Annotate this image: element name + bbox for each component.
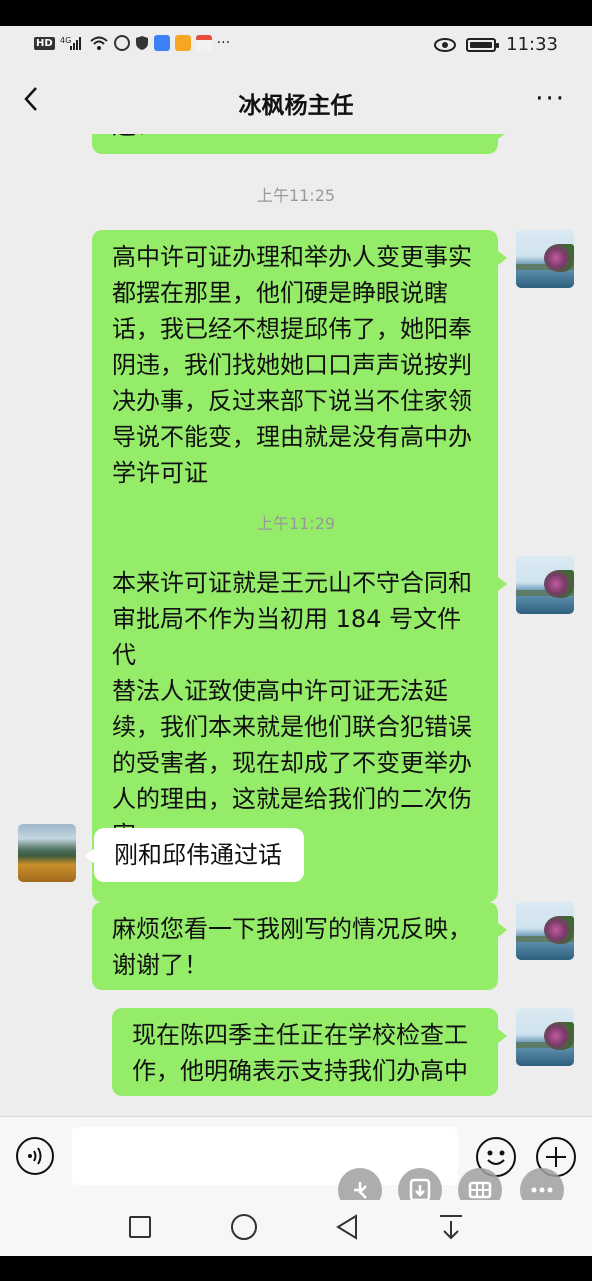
bottom-black-bar [0,1256,592,1281]
contact-avatar[interactable] [18,824,76,882]
message-bubble[interactable]: 刚和邱伟通过话 [85,828,304,882]
wifi-icon [90,36,108,50]
chat-header: 冰枫杨主任 ··· [0,66,592,134]
hd-icon: HD [34,36,55,50]
message-line: 的受害者，现在却成了不变更举办 [112,749,472,777]
home-icon[interactable] [231,1214,257,1240]
battery-icon [466,37,500,52]
system-navigation-bar [0,1200,592,1256]
my-avatar[interactable] [516,902,574,960]
message-line: 替法人证致使高中许可证无法延 [112,677,448,705]
message-line: 谢谢了！ [112,951,208,979]
message-text: 违？ [112,134,160,140]
message-line: 本来许可证就是王元山不守合同和 [112,569,472,597]
recent-apps-icon[interactable] [129,1216,151,1238]
notification-pull-icon[interactable] [437,1212,465,1242]
status-bar: HD 4G ··· 11:33 [0,26,592,66]
message-bubble-partial[interactable]: 违？ [92,134,507,154]
message-line: 学许可证 [112,459,208,487]
search-app-icon [153,35,170,51]
message-line: 人的理由，这就是给我们的二次伤 [112,785,472,813]
my-avatar[interactable] [516,1008,574,1066]
more-options-icon[interactable]: ··· [535,84,566,114]
voice-icon [28,1147,42,1165]
app-icon [113,35,130,51]
voice-input-button[interactable] [16,1137,54,1175]
message-list[interactable]: 违？ 上午11:25 高中许可证办理和举办人变更事实 都摆在那里，他们硬是睁眼说… [0,134,592,1116]
message-line: 麻烦您看一下我刚写的情况反映， [112,915,472,943]
notification-icon [195,35,212,51]
message-line: 决办事，反过来部下说当不住家领 [112,387,472,415]
top-black-bar [0,0,592,26]
message-line: 导说不能变，理由就是没有高中办 [112,423,472,451]
message-line: 话，我已经不想提邱伟了，她阳奉 [112,315,472,343]
back-triangle-icon[interactable] [334,1213,362,1241]
svg-text:4G: 4G [60,36,71,45]
timestamp: 上午11:29 [256,514,336,533]
4g-signal-icon: 4G [60,36,81,50]
chat-title: 冰枫杨主任 [238,93,354,119]
message-bubble[interactable]: 麻烦您看一下我刚写的情况反映， 谢谢了！ [92,902,507,990]
message-line: 高中许可证办理和举办人变更事实 [112,243,472,271]
message-text: 刚和邱伟通过话 [114,841,282,869]
message-bubble[interactable]: 现在陈四季主任正在学校检查工 作，他明确表示支持我们办高中 [112,1008,507,1096]
input-bar [0,1116,592,1201]
message-line: 都摆在那里，他们硬是睁眼说瞎 [112,279,448,307]
my-avatar[interactable] [516,230,574,288]
message-line: 现在陈四季主任正在学校检查工 [132,1021,468,1049]
status-more: ··· [216,35,231,51]
message-line: 作，他明确表示支持我们办高中 [132,1057,468,1085]
message-line: 续，我们本来就是他们联合犯错误 [112,713,472,741]
status-right: 11:33 [434,34,558,55]
timestamp: 上午11:25 [256,186,336,205]
message-line: 阴违，我们找她她口口声声说按判 [112,351,472,379]
status-left-icons: HD 4G ··· [34,35,230,51]
mail-app-icon [174,35,191,51]
eye-icon [434,37,457,52]
my-avatar[interactable] [516,556,574,614]
shield-icon [135,36,148,50]
message-line: 审批局不作为当初用 184 号文件代 [112,605,462,669]
status-time: 11:33 [506,34,558,55]
